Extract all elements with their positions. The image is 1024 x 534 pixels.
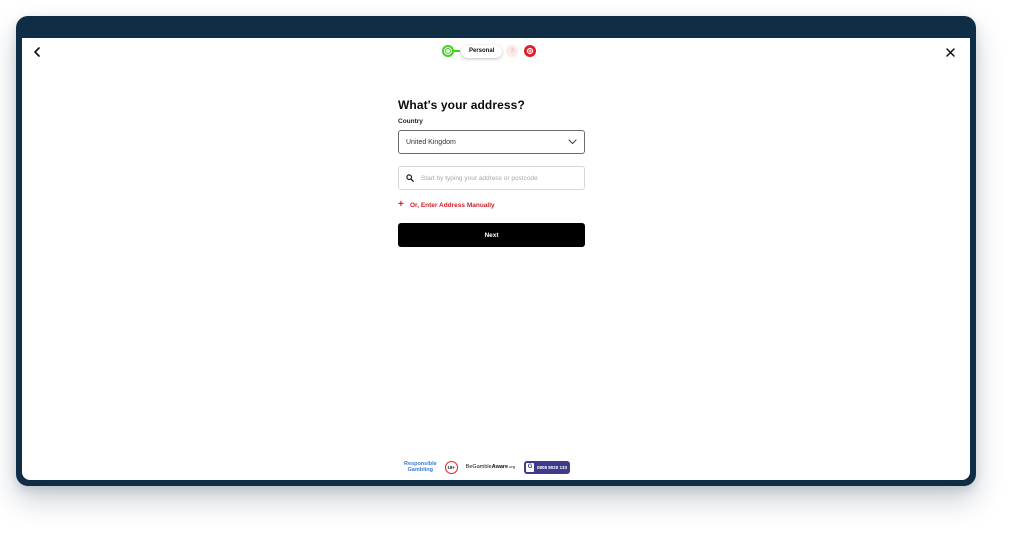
page-title: What's your address? [398, 98, 525, 112]
enter-address-manually-link[interactable]: + Or, Enter Address Manually [398, 199, 585, 210]
country-label: Country [398, 118, 423, 125]
age-restriction-badge: 18+ [444, 460, 458, 474]
address-search-field[interactable] [398, 166, 585, 190]
step-final-icon [524, 45, 537, 57]
step-current-label: Personal [461, 44, 503, 58]
chevron-down-icon [568, 139, 577, 145]
step-next-number: 3 [506, 45, 519, 57]
enter-address-manually-label: Or, Enter Address Manually [410, 201, 495, 209]
responsible-gambling-logo[interactable]: Responsible Gambling [404, 461, 437, 474]
gamstop-logo-icon: G [526, 462, 535, 472]
address-form: What's your address? Country United King… [398, 98, 585, 247]
chevron-left-icon [34, 47, 40, 57]
search-icon [406, 174, 414, 182]
next-button[interactable]: Next [398, 223, 585, 247]
close-icon [945, 47, 955, 57]
address-search-input[interactable] [421, 174, 571, 182]
plus-icon: + [398, 199, 404, 210]
close-button[interactable] [942, 43, 958, 61]
back-button[interactable] [29, 43, 45, 61]
country-select-value: United Kingdom [406, 138, 456, 146]
gamstop-phone: 0808 8020 133 [537, 464, 568, 470]
step-connector [454, 50, 460, 52]
country-select[interactable]: United Kingdom [398, 130, 585, 154]
progress-stepper: Personal 3 [442, 43, 537, 59]
step-completed-indicator [442, 45, 454, 57]
gamstop-helpline-badge[interactable]: G 0808 8020 133 [524, 460, 571, 474]
responsible-gambling-footer: Responsible Gambling 18+ BeGambleAware.o… [404, 459, 571, 475]
device-frame: Personal 3 What's your address? Country … [16, 16, 976, 486]
app-screen: Personal 3 What's your address? Country … [22, 38, 970, 480]
begambleaware-logo[interactable]: BeGambleAware.org [466, 464, 515, 470]
